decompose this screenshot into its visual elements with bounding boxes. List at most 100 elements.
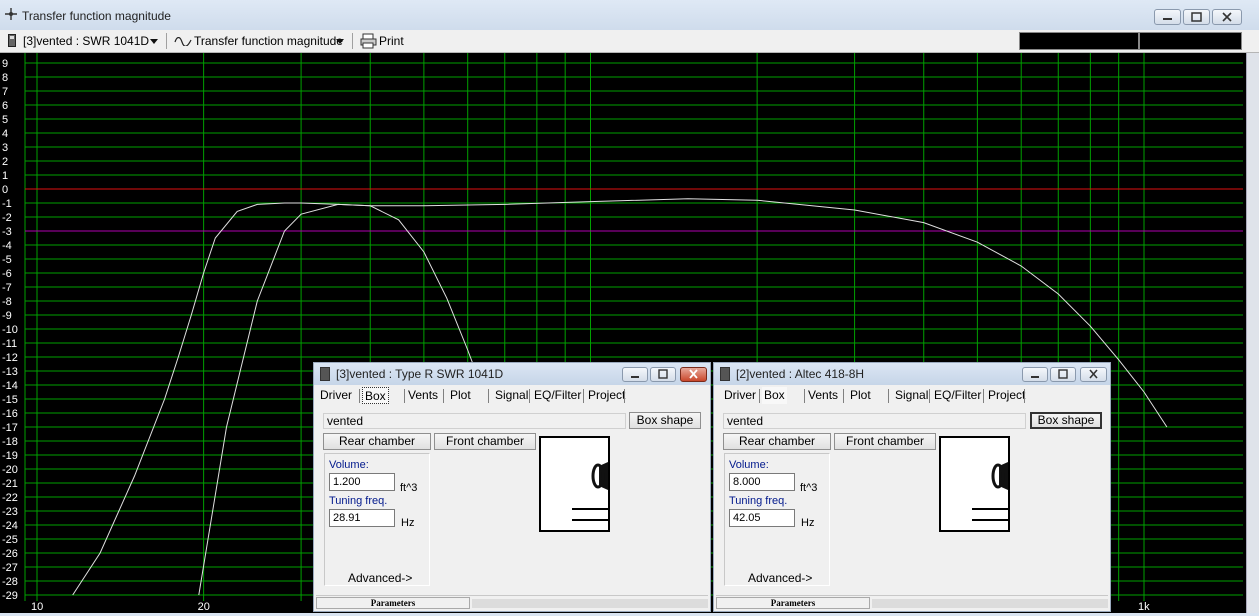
minimize-icon [631,376,639,378]
close-icon [1222,12,1232,22]
y-tick-label: 2 [2,156,8,168]
toolbar-divider [352,33,353,49]
toolbar: [3]vented : SWR 1041D Transfer function … [0,30,1259,53]
speaker-icon [320,367,330,381]
volume-label: Volume: [729,459,769,471]
close-button[interactable] [1212,9,1242,25]
tab-project[interactable]: Project [986,387,1027,404]
restore-button[interactable] [1183,9,1210,25]
y-tick-label: -12 [2,352,18,364]
panel-titlebar: [2]vented : Altec 418-8H [714,363,1110,385]
tab-eq-filter[interactable]: EQ/Filter [932,387,983,404]
box-shape-button[interactable]: Box shape [629,412,701,429]
y-tick-label: -3 [2,226,12,238]
y-tick-label: -5 [2,254,12,266]
volume-unit: ft^3 [800,482,818,494]
y-tick-label: 8 [2,72,8,84]
tab-driver[interactable]: Driver [318,387,354,404]
y-tick-label: 5 [2,114,8,126]
volume-input[interactable]: 8.000 [729,473,795,491]
y-tick-label: -13 [2,366,18,378]
front-chamber-button[interactable]: Front chamber [434,433,536,450]
y-tick-label: -28 [2,576,18,588]
crosshair-icon [5,8,17,20]
box-diagram [939,436,1010,532]
wave-icon [174,37,192,46]
speaker-icon [8,34,16,47]
y-tick-label: -15 [2,394,18,406]
front-chamber-button[interactable]: Front chamber [834,433,936,450]
readout-box [1139,32,1242,50]
y-tick-label: -14 [2,380,18,392]
tab-vents[interactable]: Vents [406,387,440,404]
restore-button[interactable] [650,367,676,382]
tab-eq-filter[interactable]: EQ/Filter [532,387,583,404]
box-diagram [539,436,610,532]
tab-plot[interactable]: Plot [448,387,473,404]
tab-vents[interactable]: Vents [806,387,840,404]
y-tick-label: -21 [2,478,18,490]
advanced-link[interactable]: Advanced-> [348,571,412,585]
plot-select[interactable]: Transfer function magnitude [194,33,343,49]
x-tick-label: 20 [198,601,210,613]
printer-icon[interactable] [360,33,377,49]
speaker-icon [720,367,730,381]
status-bar: Parameters [316,595,708,610]
y-tick-label: 1 [2,170,8,182]
y-tick-label: -23 [2,506,18,518]
restore-button[interactable] [1050,367,1076,382]
readout-box [1019,32,1139,50]
close-button[interactable] [680,367,707,382]
driver-select[interactable]: [3]vented : SWR 1041D [23,33,149,49]
y-tick-label: -17 [2,422,18,434]
tab-driver[interactable]: Driver [722,387,758,404]
tab-signal[interactable]: Signal [893,387,930,404]
restore-icon [658,369,668,379]
minimize-icon [1031,376,1039,378]
box-type-field[interactable]: vented [723,413,1026,429]
chevron-down-icon[interactable] [336,39,344,44]
y-tick-label: -2 [2,212,12,224]
tab-box[interactable]: Box [762,387,787,404]
tab-box[interactable]: Box [362,387,389,404]
y-tick-label: -25 [2,534,18,546]
chevron-down-icon[interactable] [150,39,158,44]
print-button[interactable]: Print [379,33,404,49]
parameters-tab[interactable]: Parameters [316,597,470,609]
y-tick-label: -4 [2,240,12,252]
y-tick-label: -10 [2,324,18,336]
panel-title: [2]vented : Altec 418-8H [736,367,865,381]
minimize-button[interactable] [1154,9,1181,25]
restore-icon [1191,12,1202,22]
window-title: Transfer function magnitude [22,9,171,23]
y-tick-label: 0 [2,184,8,196]
box-panel-swr: [3]vented : Type R SWR 1041D Driver Box … [313,362,711,612]
box-type-field[interactable]: vented [323,413,626,429]
parameters-tab[interactable]: Parameters [716,597,870,609]
rear-chamber-button[interactable]: Rear chamber [323,433,431,450]
minimize-icon [1163,18,1172,20]
tuning-unit: Hz [401,517,415,529]
minimize-button[interactable] [1022,367,1048,382]
main-titlebar: Transfer function magnitude [0,0,1259,31]
volume-input[interactable]: 1.200 [329,473,395,491]
box-shape-button[interactable]: Box shape [1030,412,1102,429]
tuning-label: Tuning freq. [729,495,788,507]
tuning-input[interactable]: 42.05 [729,509,795,527]
tab-project[interactable]: Project [586,387,627,404]
volume-unit: ft^3 [400,482,418,494]
vertical-scrollbar[interactable] [1246,53,1259,613]
tab-plot[interactable]: Plot [848,387,873,404]
tuning-input[interactable]: 28.91 [329,509,395,527]
y-tick-label: -22 [2,492,18,504]
y-tick-label: -1 [2,198,12,210]
close-icon [1089,369,1098,379]
close-button[interactable] [1080,367,1107,382]
tab-signal[interactable]: Signal [493,387,530,404]
x-tick-label: 10 [31,601,43,613]
rear-chamber-button[interactable]: Rear chamber [723,433,831,450]
minimize-button[interactable] [622,367,648,382]
y-tick-label: -16 [2,408,18,420]
y-tick-label: -8 [2,296,12,308]
advanced-link[interactable]: Advanced-> [748,571,812,585]
